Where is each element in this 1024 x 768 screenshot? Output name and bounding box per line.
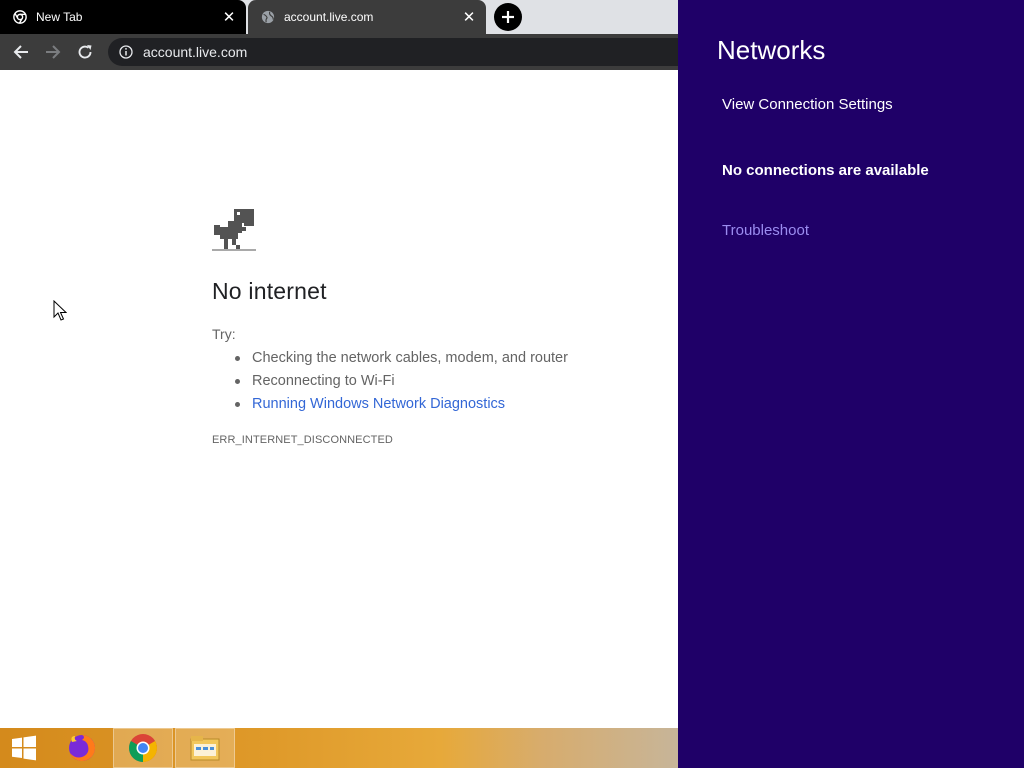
arrow-left-icon [13,45,28,59]
tab-title: New Tab [36,10,83,24]
mouse-cursor-icon [53,300,67,321]
connection-status: No connections are available [722,162,929,179]
browser-window: New Tab ✕ account.live.com ✕ account.liv… [0,0,678,728]
firefox-icon [69,735,95,761]
url-text: account.live.com [143,44,248,60]
globe-icon [260,9,276,25]
address-bar[interactable]: account.live.com [108,38,678,66]
tab-account-live[interactable]: account.live.com ✕ [248,0,486,34]
file-explorer-icon [190,736,220,761]
plus-icon [502,11,514,23]
chrome-icon [12,9,28,25]
new-tab-button[interactable] [494,3,522,31]
browser-toolbar: account.live.com [0,34,678,70]
tab-new-tab[interactable]: New Tab ✕ [0,0,246,34]
error-code: ERR_INTERNET_DISCONNECTED [212,434,393,446]
close-icon[interactable]: ✕ [458,6,480,28]
forward-button[interactable] [40,39,66,65]
network-diagnostics-link[interactable]: Running Windows Network Diagnostics [212,394,568,417]
info-icon[interactable] [117,43,135,61]
suggestion-list: Checking the network cables, modem, and … [212,348,568,417]
chrome-icon [129,734,157,762]
windows-start-icon [12,735,36,761]
tab-title: account.live.com [284,10,374,24]
error-page: No internet Try: Checking the network ca… [0,70,678,728]
troubleshoot-link[interactable]: Troubleshoot [722,222,809,239]
taskbar-chrome[interactable] [113,728,173,768]
close-icon[interactable]: ✕ [218,6,240,28]
view-connection-settings-link[interactable]: View Connection Settings [722,96,893,113]
list-item: Checking the network cables, modem, and … [212,348,568,371]
reload-button[interactable] [72,39,98,65]
arrow-right-icon [46,45,61,59]
try-label: Try: [212,326,236,342]
error-title: No internet [212,278,327,304]
dinosaur-icon [212,209,256,251]
tab-strip: New Tab ✕ account.live.com ✕ [0,0,678,34]
reload-icon [78,45,92,59]
taskbar [0,728,678,768]
panel-title: Networks [717,35,826,65]
taskbar-firefox[interactable] [52,728,112,768]
taskbar-file-explorer[interactable] [175,728,235,768]
back-button[interactable] [8,39,34,65]
list-item: Reconnecting to Wi-Fi [212,371,568,394]
windows-start-button[interactable] [0,728,48,768]
networks-panel: Networks View Connection Settings No con… [678,0,1024,768]
